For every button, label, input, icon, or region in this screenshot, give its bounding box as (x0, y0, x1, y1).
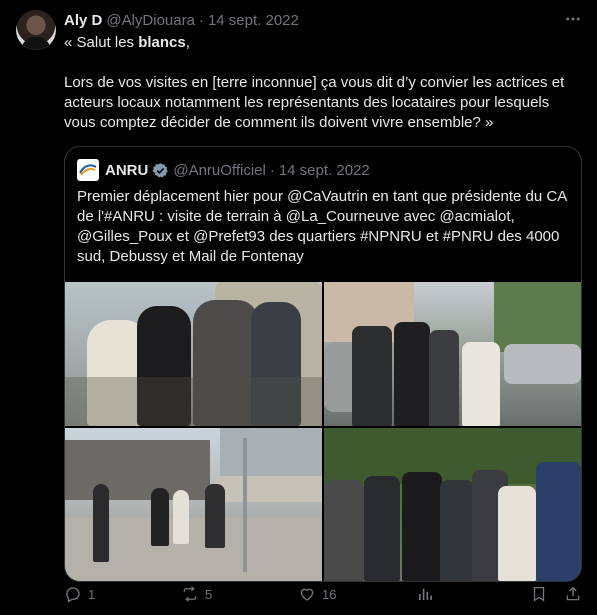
photo-4[interactable] (324, 428, 581, 581)
tweet-header: Aly D @AlyDiouara · 14 sept. 2022 (64, 10, 299, 30)
tweet-line-1-prefix: « Salut les (64, 34, 139, 51)
quoted-header: ANRU @AnruOfficiel · 14 sept. 2022 (77, 159, 370, 181)
bookmark-icon (533, 586, 545, 602)
like-button[interactable]: 16 (298, 584, 336, 604)
tweet-text: « Salut les blancs, Lors de vos visites … (64, 33, 584, 133)
reply-count: 1 (88, 586, 96, 602)
quoted-tweet[interactable]: ANRU @AnruOfficiel · 14 sept. 2022 Premi… (64, 146, 582, 582)
photo-3[interactable] (65, 428, 322, 581)
tweet-date[interactable]: 14 sept. 2022 (208, 12, 299, 29)
tweet-paragraph-2: Lors de vos visites en [terre inconnue] … (64, 74, 565, 131)
quoted-author-name[interactable]: ANRU (105, 162, 148, 179)
author-avatar[interactable] (16, 10, 56, 50)
tweet-line-1-suffix: , (185, 34, 190, 51)
tweet[interactable]: Aly D @AlyDiouara · 14 sept. 2022 « Salu… (0, 0, 597, 615)
action-bar: 1 5 16 (64, 584, 584, 604)
verified-badge-icon (152, 162, 169, 177)
photo-grid (65, 282, 581, 581)
retweet-count: 5 (205, 586, 213, 602)
heart-icon (300, 588, 314, 601)
quoted-header-separator: · (269, 161, 275, 179)
quoted-date[interactable]: 14 sept. 2022 (279, 162, 370, 179)
quoted-author-handle[interactable]: @AnruOfficiel (173, 162, 265, 179)
like-count: 16 (322, 586, 337, 602)
views-icon (419, 588, 432, 600)
header-separator: · (198, 11, 204, 29)
author-handle[interactable]: @AlyDiouara (106, 12, 195, 29)
views-button[interactable] (416, 584, 440, 604)
reply-icon (66, 587, 80, 603)
bookmark-button[interactable] (530, 584, 554, 604)
retweet-icon (183, 586, 197, 602)
reply-button[interactable]: 1 (64, 584, 95, 604)
more-options-icon[interactable] (562, 8, 584, 30)
author-name[interactable]: Aly D (64, 12, 102, 29)
anru-logo-icon[interactable] (77, 159, 99, 181)
share-icon (566, 586, 580, 601)
tweet-line-1-bold: blancs (138, 34, 186, 51)
photo-1[interactable] (65, 282, 322, 426)
share-button[interactable] (564, 584, 588, 604)
quoted-text: Premier déplacement hier pour @CaVautrin… (77, 188, 567, 265)
retweet-button[interactable]: 5 (181, 584, 212, 604)
tweet-line-1: « Salut les blancs, (64, 33, 584, 53)
photo-2[interactable] (324, 282, 581, 426)
